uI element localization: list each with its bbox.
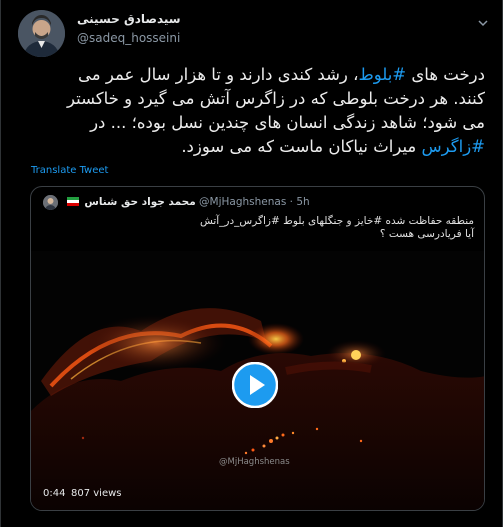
tweet-text-line-3: می شود؛ شاهد زندگی انسان های چندین نسل ب… (90, 113, 485, 132)
translate-tweet-link[interactable]: Translate Tweet (31, 165, 108, 176)
iran-flag-icon (67, 197, 79, 206)
quoted-tweet[interactable]: محمد جواد حق شناس @MjHaghshenas · 5h منط… (30, 186, 485, 511)
tweet-text: درخت های #بلوط، رشد کندی دارند و تا هزار… (25, 63, 485, 159)
tweet: سیدصادق حسینی @sadeq_hosseini درخت های #… (0, 0, 503, 527)
video-player[interactable]: @MjHaghshenas 0:44 807 views (31, 251, 484, 510)
quoted-text-line-2: آیا فریادرسی هست ؟ (379, 228, 474, 240)
chevron-down-icon[interactable] (476, 16, 490, 30)
tweet-text-line-1: درخت های #بلوط، رشد کندی دارند و تا هزار… (78, 65, 485, 84)
tweet-text-line-2: کنند. هر درخت بلوطی که در زاگرس آتش می گ… (66, 89, 485, 108)
author-handle[interactable]: @sadeq_hosseini (77, 31, 181, 45)
author-name[interactable]: سیدصادق حسینی (77, 12, 181, 26)
quoted-tweet-header: محمد جواد حق شناس @MjHaghshenas · 5h (39, 194, 479, 210)
quoted-text-line-1: منطقه حفاظت شده #خایز و جنگلهای بلوط #زا… (199, 215, 474, 227)
dot-separator: · (289, 196, 294, 208)
hashtag-link[interactable]: #بلوط (358, 65, 406, 84)
author-avatar[interactable] (18, 10, 65, 57)
author-block: سیدصادق حسینی @sadeq_hosseini (77, 12, 181, 45)
hashtag-link[interactable]: #زاگرس (422, 137, 485, 156)
quoted-author-name[interactable]: محمد جواد حق شناس (84, 196, 195, 208)
quoted-author-handle[interactable]: @MjHaghshenas (199, 196, 286, 208)
tweet-text-line-4: #زاگرس میراث نیاکان ماست که می سوزد. (181, 137, 485, 156)
quoted-time[interactable]: 5h (296, 196, 309, 208)
quoted-author-avatar (43, 195, 58, 210)
quoted-tweet-text: منطقه حفاظت شده #خایز و جنگلهای بلوط #زا… (44, 215, 474, 241)
video-views: 807 views (71, 488, 122, 499)
video-duration: 0:44 (43, 488, 66, 499)
play-icon[interactable] (232, 362, 278, 408)
quoted-meta: محمد جواد حق شناس @MjHaghshenas · 5h (65, 196, 310, 208)
video-watermark: @MjHaghshenas (219, 457, 290, 467)
